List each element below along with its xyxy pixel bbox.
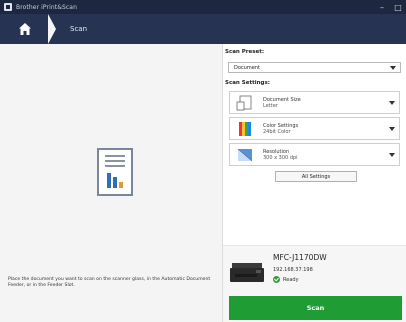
doc-line: [105, 155, 125, 157]
color-settings-title: Color Settings: [263, 122, 299, 129]
document-size-setting[interactable]: Document Size Letter: [229, 91, 400, 114]
document-size-title: Document Size: [263, 96, 301, 103]
device-panel: MFC-J1170DW 192.168.37.198 Ready Scan: [223, 245, 406, 322]
scan-preset-label: Scan Preset:: [225, 49, 265, 55]
scan-settings-label: Scan Settings:: [225, 80, 270, 86]
document-size-icon: [236, 95, 254, 111]
nav-bar: Scan: [0, 14, 406, 44]
document-illustration-icon: [97, 148, 133, 196]
color-settings-value: 24bit Color: [263, 128, 291, 135]
scan-preset-value: Document: [234, 64, 260, 71]
device-name[interactable]: MFC-J1170DW: [273, 253, 327, 262]
minimize-button[interactable]: –: [374, 0, 390, 14]
printer-icon: [229, 260, 265, 286]
chevron-down-icon: [389, 100, 395, 105]
home-icon: [19, 23, 31, 35]
color-settings-setting[interactable]: Color Settings 24bit Color: [229, 117, 400, 140]
scan-button[interactable]: Scan: [229, 296, 402, 320]
maximize-button[interactable]: □: [390, 0, 406, 14]
chevron-down-icon: [389, 126, 395, 131]
app-icon: [4, 3, 12, 11]
doc-line: [105, 165, 125, 167]
document-size-value: Letter: [263, 102, 278, 109]
chevron-down-icon: [390, 65, 396, 70]
home-button[interactable]: [0, 14, 50, 44]
device-status: Ready: [273, 276, 299, 283]
breadcrumb-separator: [48, 14, 58, 44]
color-settings-icon: [236, 121, 254, 137]
scan-preview-area: Place the document you want to scan on t…: [0, 44, 222, 322]
scan-preset-select[interactable]: Document: [228, 62, 401, 73]
resolution-value: 300 x 300 dpi: [263, 154, 298, 161]
doc-bar-chart-icon: [107, 173, 123, 188]
window-title: Brother iPrint&Scan: [16, 3, 77, 11]
placement-instructions: Place the document you want to scan on t…: [8, 277, 211, 288]
chevron-down-icon: [389, 152, 395, 157]
window-titlebar: Brother iPrint&Scan – □: [0, 0, 406, 14]
check-circle-icon: [273, 276, 280, 283]
tab-scan[interactable]: Scan: [70, 25, 87, 33]
resolution-setting[interactable]: Resolution 300 x 300 dpi: [229, 143, 400, 166]
device-status-text: Ready: [283, 276, 299, 283]
device-ip: 192.168.37.198: [273, 267, 313, 273]
settings-panel: Scan Preset: Document Scan Settings: Doc…: [223, 44, 406, 322]
resolution-icon: [236, 147, 254, 163]
all-settings-button[interactable]: All Settings: [275, 171, 357, 182]
doc-line: [105, 160, 125, 162]
